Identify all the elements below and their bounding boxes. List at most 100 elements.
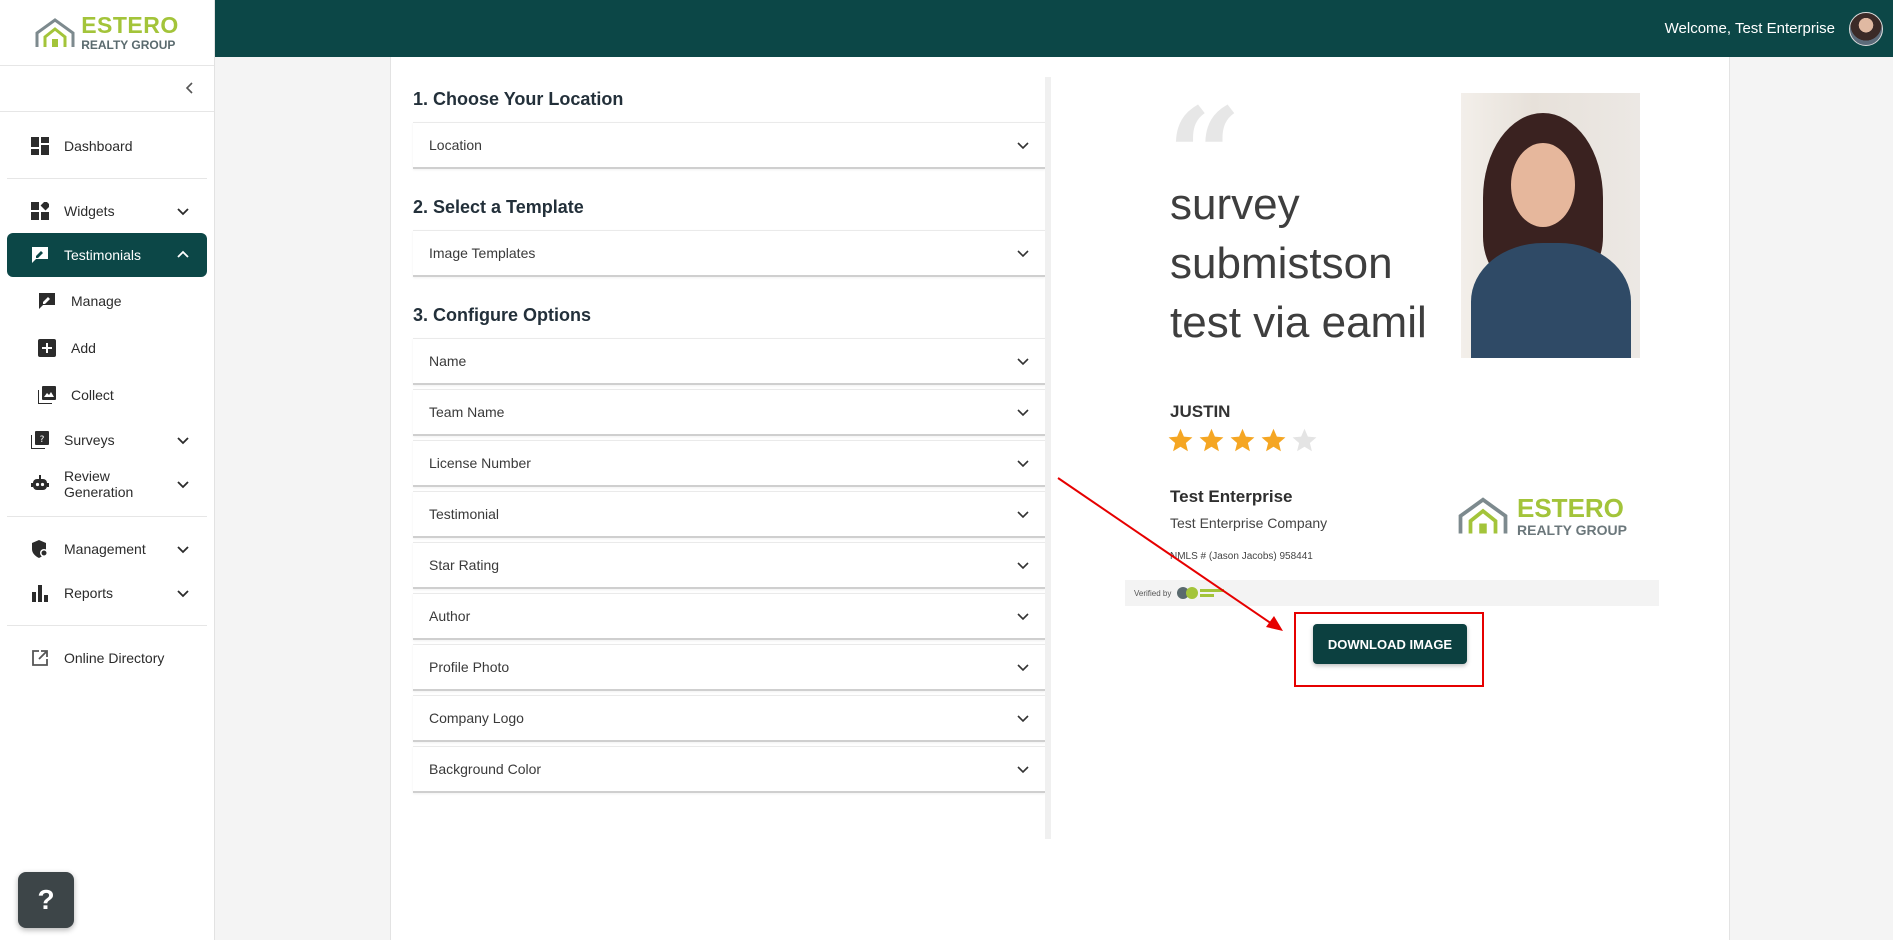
accordion-label: Author [429,608,471,624]
star-filled-icon [1168,428,1193,452]
robot-icon [30,474,50,494]
brand-name: ESTERO [1517,493,1624,523]
star-filled-icon [1261,428,1286,452]
accordion-profile-photo[interactable]: Profile Photo [413,644,1045,691]
star-rating [1167,427,1318,454]
sidebar-item-label: Testimonials [64,247,142,263]
sidebar-collapse-row [0,66,214,112]
chevron-up-icon [177,250,189,258]
author-name: JUSTIN [1170,402,1231,421]
accordion-label: Location [429,137,482,153]
sidebar-item-label: Manage [71,292,122,309]
chevron-down-icon [1017,613,1029,621]
chevron-left-icon[interactable] [184,78,196,99]
welcome-text: Welcome, Test Enterprise [1664,20,1835,37]
accordion-label: Company Logo [429,710,524,726]
accordion-label: Team Name [429,404,505,420]
svg-text:?: ? [40,435,45,445]
sidebar-subitem-add[interactable]: Add [0,324,214,371]
divider [7,625,207,626]
accordion-label: Background Color [429,761,542,777]
star-empty-icon [1292,428,1317,452]
surveys-icon: ? [30,430,50,450]
step-1-title: 1. Choose Your Location [413,89,624,109]
verified-by-bar: Verified by [1125,580,1659,606]
accordion-company-logo[interactable]: Company Logo [413,695,1045,742]
enterprise-name: Test Enterprise [1170,487,1293,506]
chevron-down-icon [1017,409,1029,417]
sidebar-subitem-collect[interactable]: Collect [0,371,214,418]
brand-tagline: REALTY GROUP [81,38,176,52]
step-3-title: 3. Configure Options [413,305,591,325]
chevron-down-icon [177,546,189,554]
chevron-down-icon [1017,562,1029,570]
accordion-label: Star Rating [429,557,500,573]
accordion-author[interactable]: Author [413,593,1045,640]
sidebar-nav: Dashboard Widgets Testimonials Manage Ad… [0,112,214,680]
chevron-down-icon [177,481,189,489]
add-box-icon [37,338,57,358]
brand-tagline: REALTY GROUP [1517,522,1627,538]
accordion-label: License Number [429,455,531,471]
nmls-text: NMLS # (Jason Jacobs) 958441 [1170,551,1313,562]
sidebar-item-dashboard[interactable]: Dashboard [7,124,207,168]
company-name: Test Enterprise Company [1170,515,1328,531]
house-logo-icon [1458,497,1508,534]
accordion-image-templates[interactable]: Image Templates [413,230,1045,277]
chevron-down-icon [1017,142,1029,150]
sidebar-item-reports[interactable]: Reports [7,571,207,615]
star-filled-icon [1230,428,1255,452]
sidebar-item-online-directory[interactable]: Online Directory [7,636,207,680]
company-logo: ESTERO REALTY GROUP [1455,495,1627,537]
verified-by-label: Verified by [1134,588,1172,598]
brand-logo[interactable]: ESTERO REALTY GROUP [0,0,214,66]
chevron-down-icon [1017,511,1029,519]
accordion-testimonial[interactable]: Testimonial [413,491,1045,538]
accordion-team-name[interactable]: Team Name [413,389,1045,436]
accordion-label: Profile Photo [429,659,510,675]
accordion-star-rating[interactable]: Star Rating [413,542,1045,589]
sidebar-item-label: Surveys [64,432,115,448]
divider [7,178,207,179]
accordion-label: Image Templates [429,245,536,261]
testimonial-icon [30,245,50,265]
top-bar: Welcome, Test Enterprise [215,0,1893,57]
accordion-name[interactable]: Name [413,338,1045,385]
star-filled-icon [1199,428,1224,452]
accordion-background-color[interactable]: Background Color [413,746,1045,793]
sidebar-item-label: Dashboard [64,138,133,154]
sidebar-item-label: Widgets [64,203,115,219]
help-button[interactable]: ? [18,872,74,928]
sidebar-item-label: Review Generation [64,468,134,500]
sidebar-item-testimonials[interactable]: Testimonials [7,233,207,277]
dashboard-icon [30,136,50,156]
scrollbar[interactable] [1045,77,1051,839]
chevron-down-icon [1017,358,1029,366]
sidebar: ESTERO REALTY GROUP Dashboard Widgets Te… [0,0,215,940]
config-panel: 1. Choose Your Location Location 2. Sele… [413,77,1045,797]
testimonial-tree-logo-icon [1177,586,1227,600]
sidebar-item-label: Collect [71,386,114,403]
sidebar-subitem-manage[interactable]: Manage [0,277,214,324]
profile-photo [1461,93,1640,358]
chevron-down-icon [1017,460,1029,468]
sidebar-item-review-generation[interactable]: Review Generation [7,462,207,506]
sidebar-item-label: Add [71,339,96,356]
accordion-label: Testimonial [429,506,500,522]
accordion-license-number[interactable]: License Number [413,440,1045,487]
sidebar-item-surveys[interactable]: ? Surveys [7,418,207,462]
chevron-down-icon [177,437,189,445]
accordion-location[interactable]: Location [413,122,1045,169]
chevron-down-icon [1017,664,1029,672]
sidebar-item-management[interactable]: Management [7,527,207,571]
sidebar-item-label: Management [64,541,146,557]
shield-settings-icon [30,539,50,559]
external-link-icon [30,648,50,668]
divider [7,516,207,517]
sidebar-item-widgets[interactable]: Widgets [7,189,207,233]
testimonial-text: survey submistson test via eamil [1170,180,1427,347]
chevron-down-icon [1017,250,1029,258]
chevron-down-icon [177,208,189,216]
download-image-button[interactable]: DOWNLOAD IMAGE [1313,624,1467,664]
avatar[interactable] [1849,11,1883,46]
